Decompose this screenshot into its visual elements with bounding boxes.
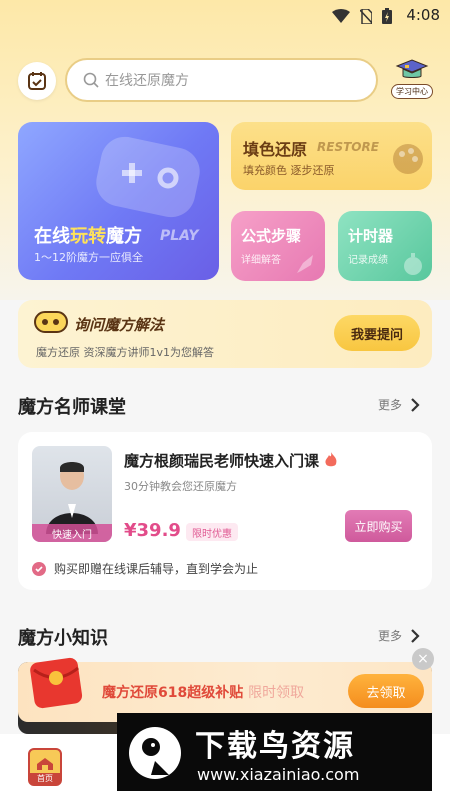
- bird-logo-icon: [129, 727, 181, 779]
- color-restore-card[interactable]: 填色还原 RESTORE 填充颜色 逐步还原: [231, 122, 432, 190]
- search-input[interactable]: 在线还原魔方: [65, 58, 378, 102]
- ask-solution-banner[interactable]: 询问魔方解法 魔方还原 资深魔方讲师1v1为您解答 我要提问: [18, 300, 432, 368]
- knowledge-more-link[interactable]: 更多: [378, 627, 420, 644]
- promo-main-text: 魔方还原618超级补贴: [102, 685, 244, 701]
- graduation-cap-icon: [395, 59, 429, 78]
- formula-steps-card[interactable]: 公式步骤 详细解答: [231, 211, 325, 281]
- promo-light-text: 限时领取: [248, 685, 305, 701]
- play-title: 在线玩转魔方: [34, 226, 142, 247]
- status-time: 4:08: [406, 6, 440, 24]
- search-icon: [83, 72, 99, 88]
- status-bar: 4:08: [0, 0, 450, 32]
- wifi-icon: [332, 9, 350, 23]
- red-envelope-icon: [30, 657, 83, 709]
- play-title-en: PLAY: [160, 228, 199, 244]
- rocket-icon: [297, 255, 313, 273]
- course-subtitle: 30分钟教会您还原魔方: [124, 480, 237, 493]
- course-title-text: 魔方根颜瑞民老师快速入门课: [124, 452, 320, 470]
- course-note: 购买即赠在线课后辅导，直到学会为止: [32, 560, 258, 577]
- ask-subtitle: 魔方还原 资深魔方讲师1v1为您解答: [36, 346, 215, 359]
- chevron-right-icon: [411, 628, 420, 643]
- calendar-icon: [28, 72, 46, 90]
- course-price: ¥39.9: [124, 520, 181, 541]
- ask-question-button[interactable]: 我要提问: [334, 315, 420, 351]
- timer-card[interactable]: 计时器 记录成绩: [338, 211, 432, 281]
- chevron-right-icon: [411, 397, 420, 412]
- tab-home-label: 首页: [30, 773, 60, 784]
- more-label: 更多: [378, 629, 403, 643]
- teacher-photo: 快速入门: [32, 446, 112, 542]
- course-note-text: 购买即赠在线课后辅导，直到学会为止: [54, 562, 259, 576]
- claim-button[interactable]: 去领取: [348, 674, 424, 708]
- restore-subtitle: 填充颜色 逐步还原: [243, 164, 335, 177]
- formula-subtitle: 详细解答: [241, 255, 281, 266]
- watermark-overlay: 下载鸟资源 www.xiazainiao.com: [117, 713, 432, 791]
- teachers-section-title: 魔方名师课堂: [18, 397, 126, 418]
- play-online-card[interactable]: 在线玩转魔方 PLAY 1～12阶魔方一应俱全: [18, 122, 219, 280]
- study-center-label: 学习中心: [391, 84, 433, 99]
- ask-title: 询问魔方解法: [74, 316, 165, 334]
- limited-offer-badge: 限时优惠: [186, 523, 238, 541]
- teachers-more-link[interactable]: 更多: [378, 396, 420, 413]
- status-icons: [332, 8, 392, 24]
- chat-bubble-icon: [34, 311, 68, 333]
- course-title: 魔方根颜瑞民老师快速入门课: [124, 450, 338, 471]
- watermark-title: 下载鸟资源: [195, 729, 355, 764]
- close-icon[interactable]: ×: [412, 648, 434, 670]
- buy-now-button[interactable]: 立即购买: [345, 510, 412, 542]
- stopwatch-icon: [404, 253, 422, 275]
- course-card[interactable]: 快速入门 魔方根颜瑞民老师快速入门课 30分钟教会您还原魔方 ¥39.9 限时优…: [18, 432, 432, 590]
- promo-text: 魔方还原618超级补贴 限时领取: [102, 682, 304, 702]
- watermark-url: www.xiazainiao.com: [197, 765, 360, 784]
- restore-title: 填色还原: [243, 140, 308, 159]
- play-subtitle: 1～12阶魔方一应俱全: [34, 251, 143, 264]
- battery-icon: [382, 8, 392, 24]
- timer-title: 计时器: [348, 227, 394, 245]
- teacher-figure-icon: [46, 462, 98, 534]
- tab-home[interactable]: 首页: [28, 748, 62, 786]
- study-center-button[interactable]: 学习中心: [388, 58, 436, 104]
- teacher-tag: 快速入门: [32, 524, 112, 542]
- search-placeholder: 在线还原魔方: [105, 73, 189, 89]
- home-icon: [37, 758, 53, 770]
- palette-icon: [393, 144, 423, 174]
- timer-subtitle: 记录成绩: [348, 255, 388, 266]
- gamepad-icon: [96, 136, 200, 218]
- formula-title: 公式步骤: [241, 227, 302, 245]
- fire-icon: [325, 452, 337, 467]
- check-icon: [32, 561, 46, 576]
- restore-title-en: RESTORE: [317, 140, 379, 154]
- no-sim-icon: [360, 8, 372, 24]
- more-label: 更多: [378, 398, 403, 412]
- calendar-button[interactable]: [18, 62, 56, 100]
- knowledge-section-title: 魔方小知识: [18, 628, 108, 649]
